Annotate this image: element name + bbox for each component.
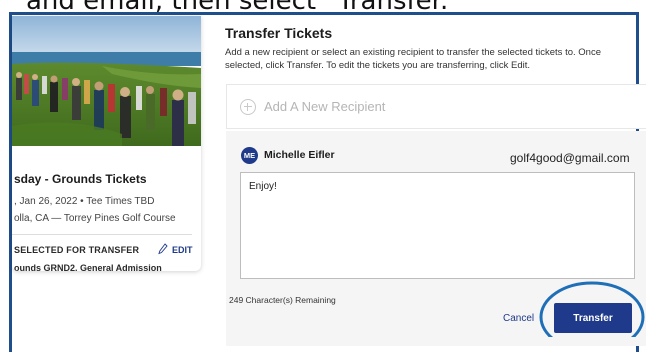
recipient-name: Michelle Eifler (264, 149, 335, 161)
add-new-recipient-button[interactable]: Add A New Recipient (226, 84, 646, 129)
message-textarea[interactable]: Enjoy! (240, 172, 635, 279)
plus-circle-icon (240, 98, 256, 115)
transfer-button[interactable]: Transfer (554, 303, 632, 333)
event-date: , Jan 26, 2022 • Tee Times TBD (14, 196, 155, 207)
event-card: sday - Grounds Tickets , Jan 26, 2022 • … (12, 16, 201, 271)
add-recipient-label: Add A New Recipient (264, 99, 386, 114)
transfer-description: Add a new recipient or select an existin… (225, 47, 601, 71)
recipient-panel: ME Michelle Eifler golf4good@gmail.com E… (226, 131, 646, 346)
selected-for-transfer-label: SELECTED FOR TRANSFER (14, 245, 140, 255)
event-venue: olla, CA — Torrey Pines Golf Course (14, 213, 176, 224)
avatar: ME (241, 147, 258, 164)
card-divider (12, 234, 192, 235)
cancel-button[interactable]: Cancel (503, 313, 534, 324)
recipient-email: golf4good@gmail.com (510, 151, 630, 165)
transfer-title: Transfer Tickets (225, 25, 333, 41)
edit-button[interactable]: EDIT (158, 243, 193, 257)
characters-remaining: 249 Character(s) Remaining (229, 295, 336, 305)
pencil-icon (158, 243, 168, 257)
ticket-description: ounds GRND2, General Admission (14, 263, 162, 271)
event-title: sday - Grounds Tickets (14, 172, 147, 186)
event-photo (12, 16, 201, 146)
edit-label: EDIT (172, 245, 193, 255)
